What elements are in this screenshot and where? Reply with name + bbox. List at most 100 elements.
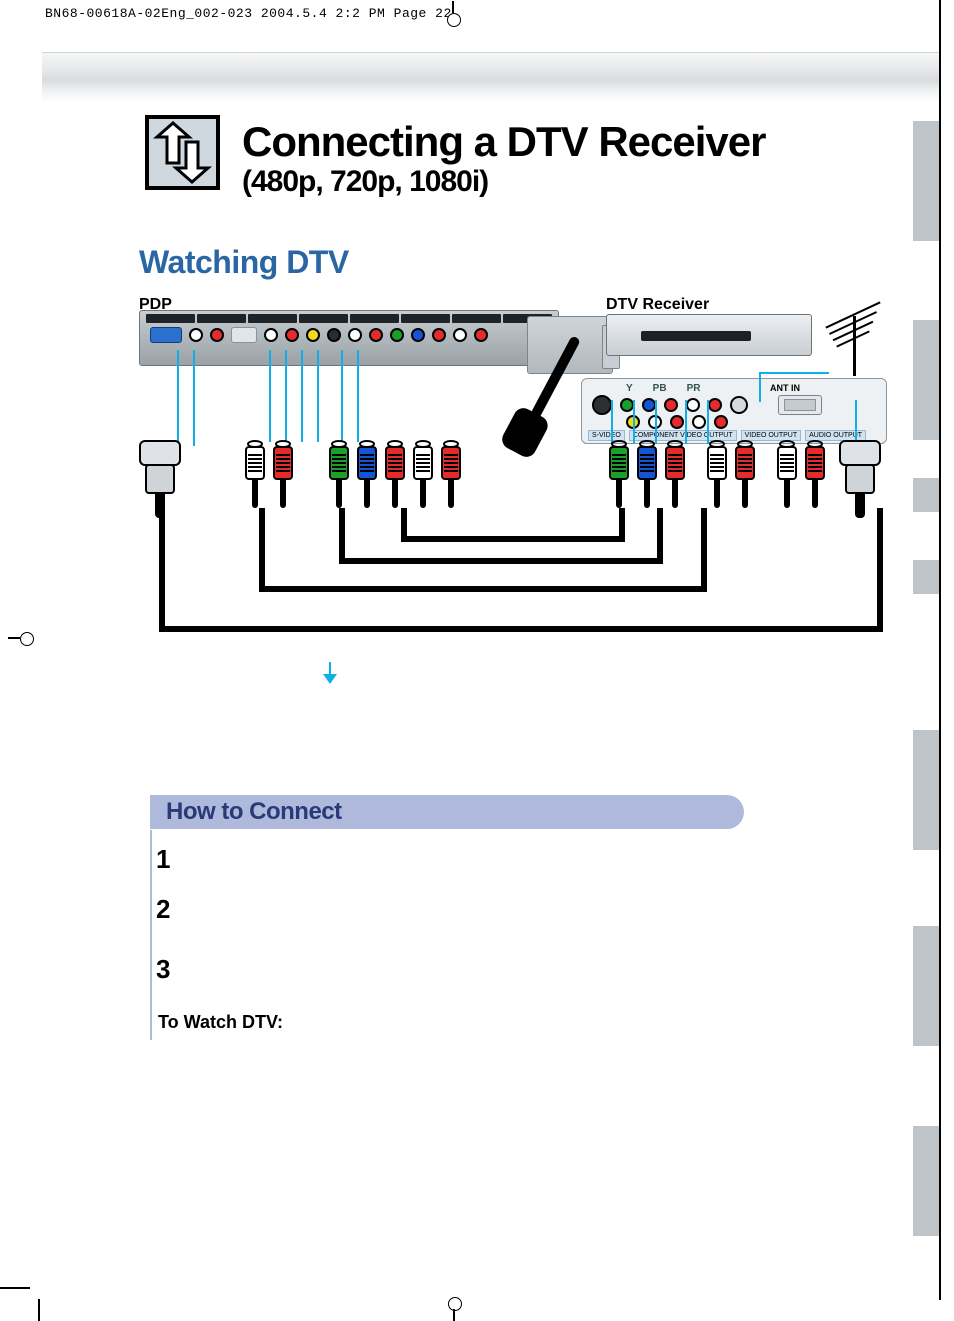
guide-line [655, 400, 657, 444]
section-heading: Watching DTV [139, 244, 349, 281]
rca-plug-icon [735, 440, 755, 508]
audio-port-icon [708, 398, 722, 412]
how-to-connect-label: How to Connect [166, 798, 342, 826]
cable-wire [877, 508, 883, 632]
cable-wire [259, 586, 707, 592]
guide-line [855, 400, 857, 444]
rca-plug-icon [805, 440, 825, 508]
step-number: 2 [156, 894, 170, 925]
rca-plug-icon [357, 440, 377, 508]
ant-in-label: ANT IN [770, 383, 800, 393]
component-y-port-icon [620, 398, 634, 412]
guide-line [707, 400, 709, 444]
antenna-icon [823, 306, 887, 366]
crop-mark-icon [939, 0, 941, 1300]
rca-plug-icon [245, 440, 265, 508]
guide-line [341, 350, 343, 442]
connection-diagram: Y PB PR ANT IN [139, 310, 889, 730]
component-pb-port-icon [642, 398, 656, 412]
rca-plug-icon [609, 440, 629, 508]
audio-port-icon [348, 328, 362, 342]
cable-wire [159, 626, 883, 632]
crop-mark-icon [38, 1299, 40, 1321]
video-port-icon [306, 328, 320, 342]
component-y-port-icon [390, 328, 404, 342]
guide-line [177, 350, 179, 446]
arrow-down-icon [323, 662, 337, 684]
edge-tab [913, 478, 939, 512]
component-y-label: Y [626, 383, 633, 394]
cable-wire [339, 508, 345, 564]
step-number: 3 [156, 954, 170, 985]
guide-line [193, 350, 195, 446]
cable-wire [619, 508, 625, 542]
crop-mark-icon [8, 628, 32, 648]
step-number: 1 [156, 844, 170, 875]
cable-wire [339, 558, 663, 564]
cable-wire [159, 508, 165, 632]
component-pb-port-icon [411, 328, 425, 342]
port-icon [714, 415, 728, 429]
cable-wire [259, 508, 265, 592]
component-pr-label: PR [687, 383, 701, 394]
cable-plug-group-right [609, 440, 825, 508]
ant-in-port-icon [730, 396, 748, 414]
print-slug: BN68-00618A-02Eng_002-023 2004.5.4 2:2 P… [45, 6, 452, 21]
svideo-port-icon [327, 328, 341, 342]
rca-plug-icon [441, 440, 461, 508]
arrows-up-down-icon [149, 119, 216, 186]
audio-port-icon [474, 328, 488, 342]
rca-plug-icon [637, 440, 657, 508]
guide-line [633, 400, 635, 444]
audio-port-icon [686, 398, 700, 412]
connect-icon [145, 115, 220, 190]
pdp-back-panel [139, 310, 559, 366]
audio-port-icon [210, 328, 224, 342]
cable-plug-group-left [245, 440, 461, 508]
cable-wire [657, 508, 663, 564]
dvi-port-icon [231, 327, 257, 343]
rca-plug-icon [707, 440, 727, 508]
page: BN68-00618A-02Eng_002-023 2004.5.4 2:2 P… [0, 0, 954, 1321]
audio-port-icon [453, 328, 467, 342]
dvi-cable-plug-icon [139, 440, 181, 518]
crop-mark-icon [443, 1, 463, 25]
page-title: Connecting a DTV Receiver [242, 118, 765, 166]
edge-tab [913, 121, 939, 241]
rca-plug-icon [385, 440, 405, 508]
how-to-connect-heading: How to Connect [150, 795, 744, 829]
page-subtitle: (480p, 720p, 1080i) [242, 165, 488, 199]
crop-mark-icon [444, 1297, 464, 1321]
vga-port-icon [150, 327, 182, 343]
component-pr-port-icon [664, 398, 678, 412]
component-pr-port-icon [432, 328, 446, 342]
cable-wire [401, 508, 407, 542]
rca-plug-icon [413, 440, 433, 508]
edge-tab [913, 926, 939, 1046]
rca-plug-icon [329, 440, 349, 508]
cable-wire [701, 508, 707, 592]
guide-line [285, 350, 287, 442]
audio-port-icon [285, 328, 299, 342]
guide-line [269, 350, 271, 442]
guide-line [759, 372, 761, 402]
guide-line [759, 372, 829, 374]
receiver-back-panel: Y PB PR ANT IN [581, 378, 887, 444]
crop-mark-icon [0, 1287, 30, 1289]
audio-port-icon [264, 328, 278, 342]
cable-wire [401, 536, 625, 542]
guide-line [301, 350, 303, 442]
edge-tab [913, 320, 939, 440]
edge-tab [913, 560, 939, 594]
guide-line [357, 350, 359, 442]
edge-tab [913, 730, 939, 850]
rca-plug-icon [273, 440, 293, 508]
dtv-receiver [606, 314, 812, 356]
vertical-rule [150, 830, 152, 1040]
svideo-port-icon [592, 395, 612, 415]
edge-tab [913, 1126, 939, 1236]
rca-plug-icon [665, 440, 685, 508]
port-icon [692, 415, 706, 429]
guide-line [317, 350, 319, 442]
rca-plug-icon [777, 440, 797, 508]
